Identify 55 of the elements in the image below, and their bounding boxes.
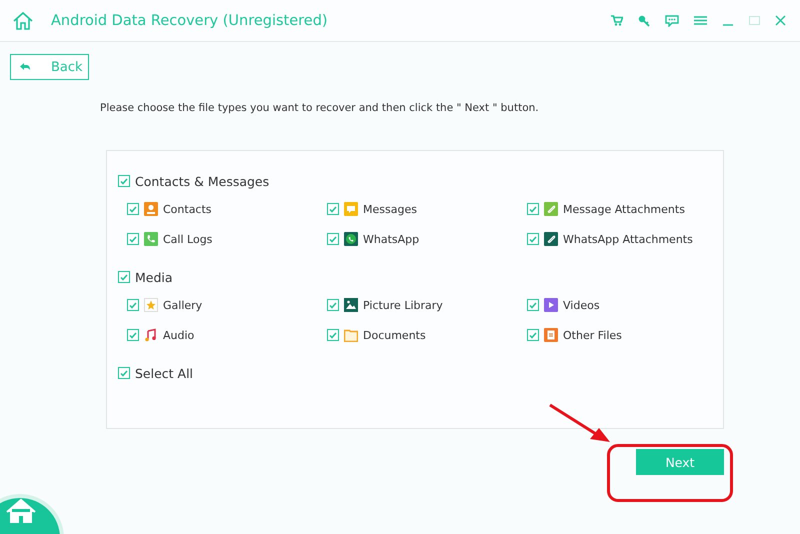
back-arrow-icon (19, 62, 31, 72)
cart-icon[interactable] (611, 15, 623, 26)
paperclip-icon (544, 202, 558, 216)
next-button[interactable]: Next (636, 449, 724, 475)
group-label: Contacts & Messages (135, 174, 270, 188)
file-type-label: Messages (363, 202, 417, 216)
file-type-label: Message Attachments (563, 202, 685, 216)
home-icon[interactable] (12, 10, 34, 30)
maximize-icon[interactable] (749, 16, 760, 25)
file-type-label: Call Logs (163, 232, 212, 246)
select-all-label: Select All (135, 366, 194, 380)
chat-icon[interactable] (665, 14, 679, 26)
file-type-label: WhatsApp Attachments (563, 232, 693, 246)
star-icon (144, 298, 158, 312)
instruction-text: Please choose the file types you want to recover and then click the " Next " button. (100, 102, 540, 116)
paperclip-icon (544, 232, 558, 246)
folder-icon (344, 328, 358, 342)
checkbox[interactable] (327, 329, 339, 341)
file-type-label: Other Files (563, 328, 622, 342)
document-icon (544, 328, 558, 342)
window-title: Android Data Recovery (Unregistered) (51, 12, 329, 28)
file-type-label: Contacts (163, 202, 212, 216)
checkbox[interactable] (118, 367, 130, 379)
group-label: Media (135, 270, 173, 284)
phone-icon (144, 232, 158, 246)
annotation-arrow (548, 402, 612, 444)
checkbox[interactable] (127, 299, 139, 311)
checkbox[interactable] (327, 299, 339, 311)
checkbox[interactable] (527, 329, 539, 341)
back-button[interactable]: Back (10, 54, 89, 80)
speech-bubble-icon (344, 202, 358, 216)
checkbox[interactable] (527, 233, 539, 245)
checkbox[interactable] (127, 203, 139, 215)
file-type-label: Audio (163, 328, 194, 342)
file-type-label: Gallery (163, 298, 202, 312)
checkbox[interactable] (527, 299, 539, 311)
file-type-label: Videos (563, 298, 600, 312)
checkbox[interactable] (127, 329, 139, 341)
checkbox[interactable] (118, 271, 130, 283)
person-icon (144, 202, 158, 216)
checkbox[interactable] (527, 203, 539, 215)
file-type-label: Documents (363, 328, 426, 342)
checkbox[interactable] (327, 233, 339, 245)
file-type-label: Picture Library (363, 298, 443, 312)
key-icon[interactable] (638, 14, 650, 26)
image-icon (344, 298, 358, 312)
chat-bubble-icon (344, 232, 358, 246)
checkbox[interactable] (118, 175, 130, 187)
checkbox[interactable] (327, 203, 339, 215)
file-type-label: WhatsApp (363, 232, 420, 246)
close-icon[interactable] (775, 15, 786, 26)
music-note-icon (144, 328, 158, 342)
checkbox[interactable] (127, 233, 139, 245)
play-icon (544, 298, 558, 312)
menu-icon[interactable] (694, 16, 707, 25)
